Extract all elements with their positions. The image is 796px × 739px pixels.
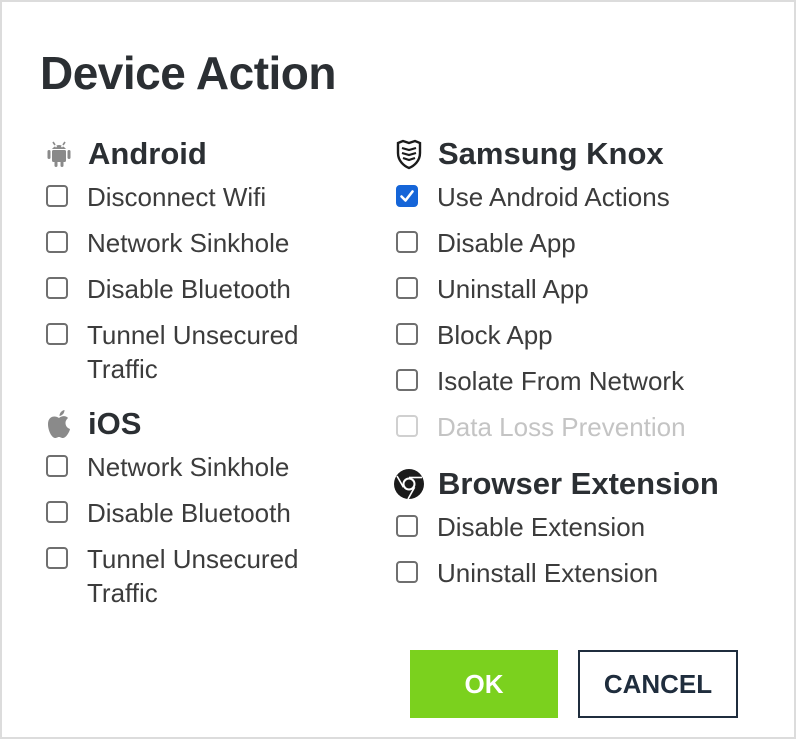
browser-item-uninstall-extension[interactable]: Uninstall Extension	[392, 550, 737, 596]
checkbox-label: Tunnel Unsecured Traffic	[87, 320, 299, 384]
samsung-knox-section-header: Samsung Knox	[392, 134, 737, 174]
disable-app-checkbox[interactable]	[396, 231, 418, 253]
checkbox-label: Tunnel Unsecured Traffic	[87, 544, 299, 608]
browser-extension-section: Browser Extension Disable Extension Unin…	[392, 464, 737, 596]
android-section: Android Disconnect Wifi Network Sinkhole…	[42, 134, 387, 392]
apple-icon	[42, 407, 76, 441]
ios-item-network-sinkhole[interactable]: Network Sinkhole	[42, 444, 387, 490]
left-column: Android Disconnect Wifi Network Sinkhole…	[42, 134, 387, 616]
checkbox-label: Block App	[437, 320, 553, 350]
right-column: Samsung Knox Use Android Actions Disable…	[392, 134, 737, 596]
checkbox-label: Data Loss Prevention	[437, 412, 686, 442]
disable-extension-checkbox[interactable]	[396, 515, 418, 537]
checkbox-label: Network Sinkhole	[87, 228, 290, 258]
ios-tunnel-unsecured-traffic-checkbox[interactable]	[46, 547, 68, 569]
knox-item-use-android-actions[interactable]: Use Android Actions	[392, 174, 737, 220]
ios-item-disable-bluetooth[interactable]: Disable Bluetooth	[42, 490, 387, 536]
use-android-actions-checkbox[interactable]	[396, 185, 418, 207]
ios-item-tunnel-unsecured-traffic[interactable]: Tunnel Unsecured Traffic	[42, 536, 387, 616]
samsung-knox-section-title: Samsung Knox	[438, 136, 664, 171]
checkbox-label: Isolate From Network	[437, 366, 685, 396]
data-loss-prevention-checkbox	[396, 415, 418, 437]
disconnect-wifi-checkbox[interactable]	[46, 185, 68, 207]
tunnel-unsecured-traffic-checkbox[interactable]	[46, 323, 68, 345]
checkbox-label: Uninstall App	[437, 274, 589, 304]
android-section-header: Android	[42, 134, 387, 174]
checkbox-label: Disconnect Wifi	[87, 182, 267, 212]
network-sinkhole-checkbox[interactable]	[46, 231, 68, 253]
checkbox-label: Disable Bluetooth	[87, 498, 291, 528]
uninstall-extension-checkbox[interactable]	[396, 561, 418, 583]
samsung-knox-section: Samsung Knox Use Android Actions Disable…	[392, 134, 737, 450]
knox-item-data-loss-prevention: Data Loss Prevention	[392, 404, 737, 450]
browser-extension-section-header: Browser Extension	[392, 464, 737, 504]
android-item-disable-bluetooth[interactable]: Disable Bluetooth	[42, 266, 387, 312]
checkbox-label: Disable App	[437, 228, 576, 258]
dialog-title: Device Action	[40, 47, 337, 99]
knox-item-isolate-from-network[interactable]: Isolate From Network	[392, 358, 737, 404]
checkbox-label: Network Sinkhole	[87, 452, 290, 482]
android-item-tunnel-unsecured-traffic[interactable]: Tunnel Unsecured Traffic	[42, 312, 387, 392]
checkbox-label: Disable Bluetooth	[87, 274, 291, 304]
ok-button[interactable]: OK	[410, 650, 558, 718]
cancel-button[interactable]: CANCEL	[578, 650, 738, 718]
checkbox-label: Use Android Actions	[437, 182, 670, 212]
android-item-network-sinkhole[interactable]: Network Sinkhole	[42, 220, 387, 266]
checkbox-label: Uninstall Extension	[437, 558, 659, 588]
android-section-title: Android	[88, 136, 207, 171]
ios-network-sinkhole-checkbox[interactable]	[46, 455, 68, 477]
ios-section-title: iOS	[88, 406, 142, 441]
ios-section: iOS Network Sinkhole Disable Bluetooth T…	[42, 404, 387, 616]
disable-bluetooth-checkbox[interactable]	[46, 277, 68, 299]
ios-disable-bluetooth-checkbox[interactable]	[46, 501, 68, 523]
isolate-from-network-checkbox[interactable]	[396, 369, 418, 391]
checkmark-icon	[400, 190, 414, 202]
device-action-dialog: Device Action Android Disconnect Wifi Ne…	[0, 0, 796, 739]
checkbox-label: Disable Extension	[437, 512, 646, 542]
knox-item-uninstall-app[interactable]: Uninstall App	[392, 266, 737, 312]
ios-section-header: iOS	[42, 404, 387, 444]
browser-item-disable-extension[interactable]: Disable Extension	[392, 504, 737, 550]
knox-item-disable-app[interactable]: Disable App	[392, 220, 737, 266]
uninstall-app-checkbox[interactable]	[396, 277, 418, 299]
chrome-icon	[392, 467, 426, 501]
block-app-checkbox[interactable]	[396, 323, 418, 345]
android-item-disconnect-wifi[interactable]: Disconnect Wifi	[42, 174, 387, 220]
knox-item-block-app[interactable]: Block App	[392, 312, 737, 358]
samsung-knox-icon	[392, 137, 426, 171]
browser-extension-section-title: Browser Extension	[438, 466, 719, 501]
android-icon	[42, 137, 76, 171]
